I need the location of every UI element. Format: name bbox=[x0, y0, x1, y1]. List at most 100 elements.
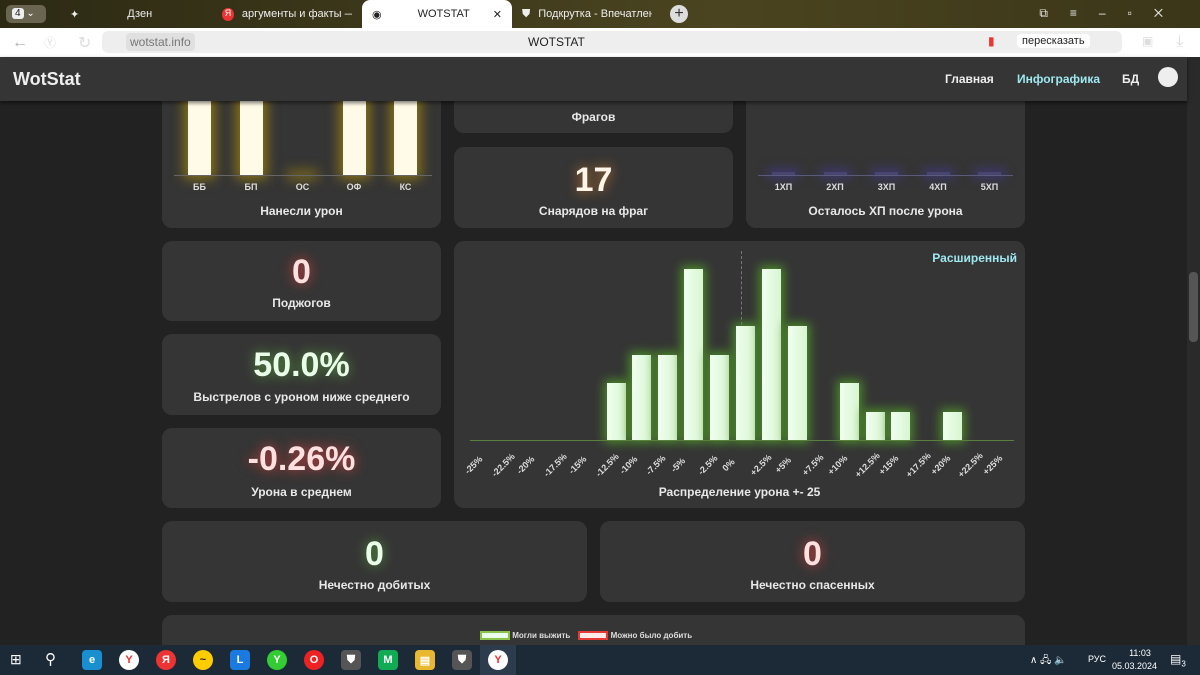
yandex-browser-icon[interactable]: Y bbox=[119, 650, 139, 670]
nav-home[interactable]: Главная bbox=[945, 72, 994, 86]
distribution-tick-label: -7.5% bbox=[644, 453, 668, 477]
chart-title: Распределение урона +- 25 bbox=[658, 485, 821, 499]
taskbar: ⊞ ⚲ e Y Я ~ L Y O ⛊ M ▤ ⛊ Y ∧ 🖧 🔈 РУС 11… bbox=[0, 645, 1200, 675]
distribution-tick-label: -17.5% bbox=[541, 451, 569, 479]
reload-icon[interactable]: ↻ bbox=[78, 33, 91, 53]
yandex-active-task[interactable]: Y bbox=[480, 645, 516, 675]
distribution-tick-label: -10% bbox=[617, 454, 640, 476]
wot-game-icon[interactable]: ⛊ bbox=[452, 650, 472, 670]
distribution-tick-label: +7.5% bbox=[799, 452, 826, 478]
tab-counter[interactable]: 4 ⌄ bbox=[6, 5, 46, 23]
fires-card: 0 Поджогов bbox=[162, 241, 441, 321]
hp-tick-label: 4ХП bbox=[929, 182, 947, 192]
damage-bar bbox=[188, 95, 211, 175]
damage-tick-label: КС bbox=[399, 182, 412, 192]
distribution-bar bbox=[891, 411, 911, 440]
unfair-saves-card: 0 Нечестно спасенных bbox=[600, 521, 1025, 602]
wot-icon[interactable]: ⛊ bbox=[341, 650, 361, 670]
back-icon[interactable]: ← bbox=[12, 34, 28, 52]
avg-damage-card: -0.26% Урона в среднем bbox=[162, 428, 441, 508]
scrollbar-thumb[interactable] bbox=[1189, 272, 1198, 342]
distribution-bar bbox=[606, 383, 626, 440]
url-field[interactable]: wotstat.info WOTSTAT ▮ пересказать bbox=[102, 31, 1122, 53]
distribution-tick-label: -15% bbox=[566, 454, 589, 476]
distribution-tick-label: +2.5% bbox=[748, 452, 774, 478]
site-logo[interactable]: WotStat bbox=[13, 69, 81, 90]
distribution-tick-label: -2.5% bbox=[696, 453, 720, 477]
dzen-icon: ✦ bbox=[70, 8, 80, 21]
yandex-icon[interactable]: Я bbox=[156, 650, 176, 670]
distribution-tick-label: +17.5% bbox=[904, 450, 934, 480]
new-tab-button[interactable]: + bbox=[670, 5, 688, 23]
distribution-tick-label: +5% bbox=[772, 455, 793, 475]
hp-left-card: 1ХП 2ХП 3ХП 4ХП 5ХП Осталось ХП после урона bbox=[746, 80, 1025, 228]
damage-dealt-card: ББ БП ОС ОФ КС Нанесли урон bbox=[162, 80, 441, 228]
distribution-tick-label: +12.5% bbox=[852, 450, 882, 480]
nav-infographics[interactable]: Инфографика bbox=[1017, 72, 1100, 86]
clock-date[interactable]: 05.03.2024 bbox=[1112, 661, 1157, 671]
hp-tick-label: 3ХП bbox=[877, 182, 896, 192]
distribution-bar bbox=[865, 411, 885, 440]
github-icon[interactable] bbox=[1158, 67, 1178, 87]
tab-dzen[interactable]: ✦ Дзен bbox=[60, 0, 210, 28]
wotstat-favicon: ◉ bbox=[372, 8, 382, 21]
distribution-tick-label: -20% bbox=[514, 454, 537, 476]
file-explorer-icon[interactable]: ▤ bbox=[415, 650, 435, 670]
legend-finish[interactable]: Можно было добить bbox=[578, 631, 692, 641]
damage-distribution-card: Расширенный -25% -22.5% -20% -17.5% -15% -12.… bbox=[454, 241, 1025, 508]
opera-icon[interactable]: O bbox=[304, 650, 324, 670]
tab-aif[interactable]: Яаргументы и факты — Янд bbox=[212, 0, 362, 28]
scrollbar[interactable] bbox=[1187, 57, 1200, 645]
distribution-bar bbox=[684, 269, 704, 440]
distribution-bar bbox=[761, 269, 781, 440]
hp-tick-label: 1ХП bbox=[774, 182, 793, 192]
download-icon[interactable]: ⤓ bbox=[1176, 33, 1183, 51]
nav-db[interactable]: БД bbox=[1122, 72, 1139, 86]
distribution-tick-label: +22.5% bbox=[956, 450, 985, 480]
distribution-tick-label: +10% bbox=[825, 453, 850, 477]
tray-icons[interactable]: ∧ 🖧 🔈 bbox=[1030, 653, 1066, 670]
distribution-tick-label: -25% bbox=[462, 454, 485, 476]
damage-tick-label: ББ bbox=[193, 182, 206, 192]
damage-tick-label: ОС bbox=[295, 182, 310, 192]
retell-button[interactable]: пересказать bbox=[1017, 34, 1090, 48]
damage-bar bbox=[342, 95, 366, 175]
address-bar: ← Ⓨ ↻ wotstat.info WOTSTAT ▮ пересказать… bbox=[0, 28, 1200, 57]
wot-icon: ⛊ bbox=[522, 7, 531, 20]
close-tab-icon[interactable]: ✕ bbox=[493, 8, 502, 21]
tab-wotstat[interactable]: ◉ WOTSTAT ✕ bbox=[362, 0, 512, 28]
hp-tick-label: 5ХП bbox=[980, 182, 999, 192]
windows-start-icon[interactable]: ⊞ bbox=[10, 651, 22, 668]
language-indicator[interactable]: РУС bbox=[1088, 654, 1106, 664]
clock-time[interactable]: 11:03 bbox=[1122, 648, 1158, 658]
l-app-icon[interactable]: L bbox=[230, 650, 250, 670]
notifications-icon[interactable]: ▤3 bbox=[1170, 652, 1186, 668]
unfair-kills-card: 0 Нечестно добитых bbox=[162, 521, 587, 602]
damage-bar bbox=[239, 95, 263, 175]
distribution-bar bbox=[943, 411, 963, 440]
window-controls[interactable]: ⧉≡–▫✕ bbox=[1039, 6, 1185, 21]
yandex-home-icon[interactable]: Ⓨ bbox=[44, 34, 56, 51]
search-icon[interactable]: ⚲ bbox=[45, 650, 56, 668]
distribution-tick-label: -12.5% bbox=[593, 451, 621, 479]
browser-tab-bar: 4 ⌄ ✦Дзен Яаргументы и факты — Янд ◉WOTS… bbox=[0, 0, 1200, 28]
distribution-tick-label: -5% bbox=[668, 455, 688, 475]
extended-toggle[interactable]: Расширенный bbox=[932, 251, 1017, 265]
m-app-icon[interactable]: M bbox=[378, 650, 398, 670]
damage-bar bbox=[394, 95, 417, 175]
damage-tick-label: БП bbox=[244, 182, 258, 192]
bookmark-icon[interactable]: ▮ bbox=[988, 34, 995, 48]
distribution-bar bbox=[839, 383, 859, 440]
distribution-tick-label: -22.5% bbox=[489, 451, 517, 479]
legend-survive[interactable]: Могли выжить bbox=[480, 631, 570, 641]
distribution-bar bbox=[736, 326, 755, 440]
distribution-bar bbox=[710, 354, 730, 440]
edge-icon[interactable]: e bbox=[82, 650, 102, 670]
extensions-icon[interactable]: ▣ bbox=[1142, 34, 1153, 48]
yandex-market-icon[interactable]: ~ bbox=[193, 650, 213, 670]
distribution-tick-label: 0% bbox=[720, 456, 737, 474]
tab-podkrutka[interactable]: ⛊Подкрутка - Впечатления bbox=[512, 0, 662, 28]
site-header: WotStat Главная Инфографика БД bbox=[0, 57, 1187, 101]
green-app-icon[interactable]: Y bbox=[267, 650, 287, 670]
hp-tick-label: 2ХП bbox=[826, 182, 844, 192]
